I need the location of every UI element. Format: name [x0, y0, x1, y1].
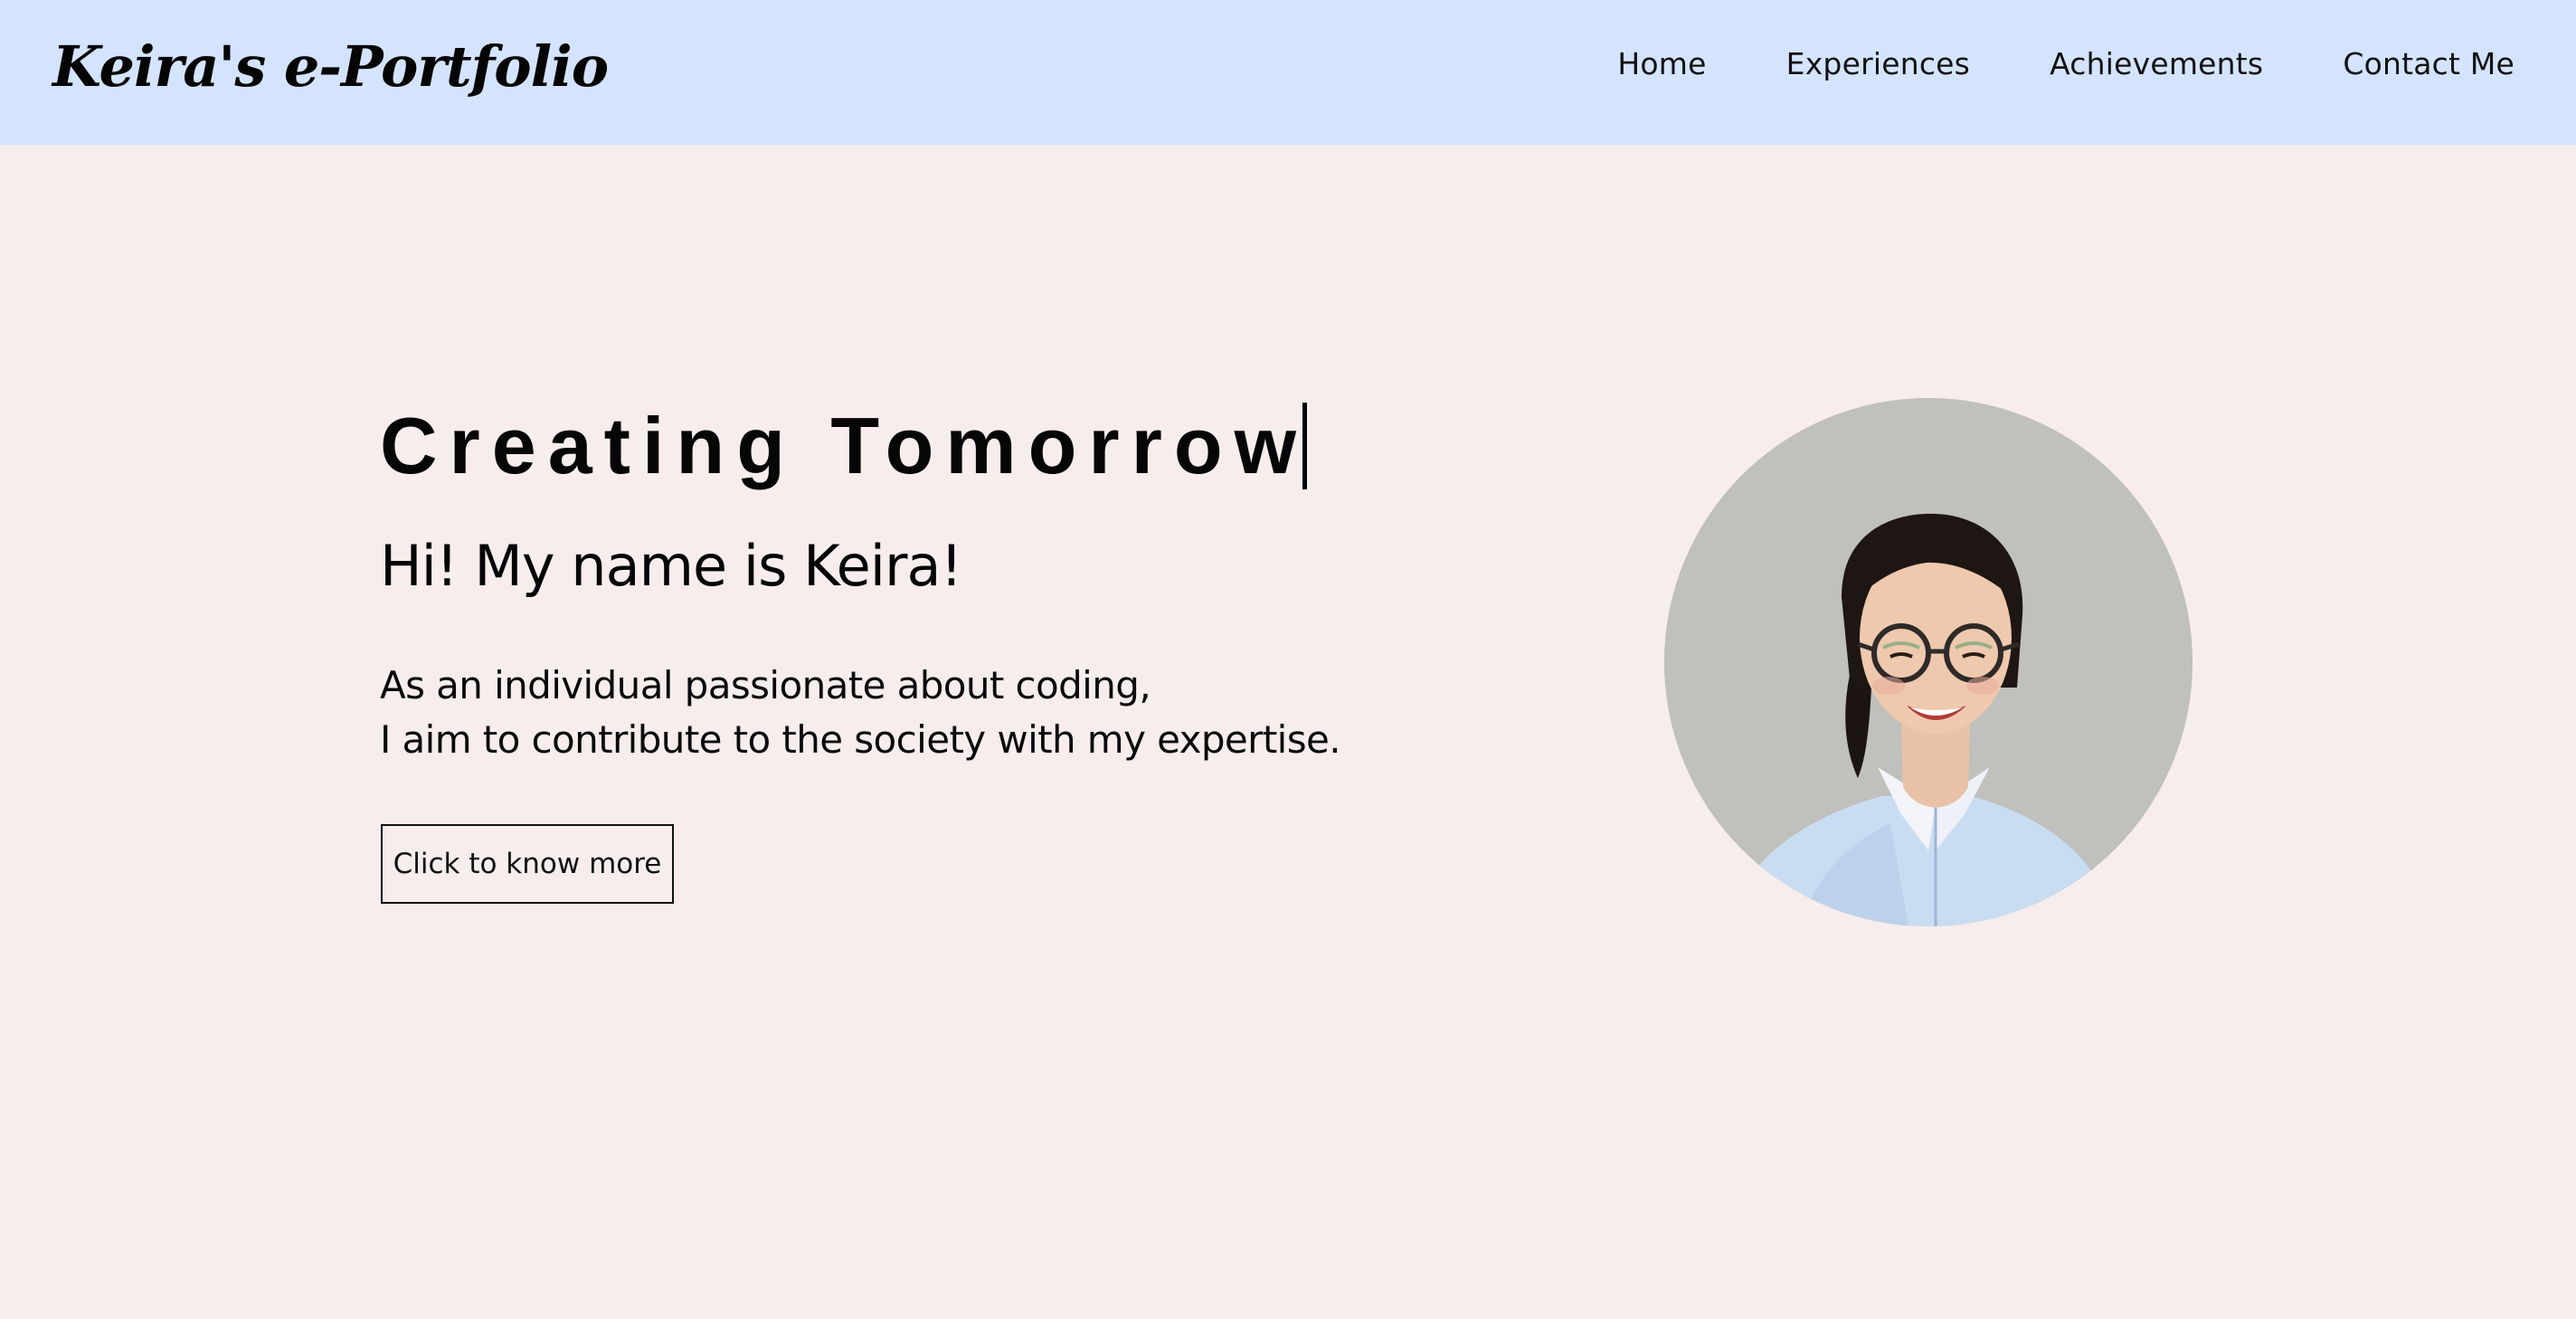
main-nav: Home Experiences Achievements Contact Me	[1617, 42, 2514, 85]
know-more-button[interactable]: Click to know more	[381, 824, 674, 904]
nav-link-achievements[interactable]: Achievements	[2050, 46, 2263, 81]
nav-link-home[interactable]: Home	[1617, 46, 1706, 81]
nav-link-contact-me[interactable]: Contact Me	[2343, 46, 2514, 81]
hero-headline: Creating Tomorrow	[380, 396, 1309, 496]
top-navbar: Keira's e-Portfolio Home Experiences Ach…	[0, 0, 2576, 145]
greeting-heading: Hi! My name is Keira!	[380, 533, 962, 599]
intro-paragraph: As an individual passionate about coding…	[380, 659, 1341, 767]
portrait-illustration	[1664, 398, 2192, 926]
profile-photo	[1664, 398, 2192, 926]
nav-link-experiences[interactable]: Experiences	[1786, 46, 1970, 81]
typing-caret	[1302, 403, 1308, 489]
intro-line-1: As an individual passionate about coding…	[380, 663, 1151, 707]
intro-line-2: I aim to contribute to the society with …	[380, 717, 1341, 762]
site-brand-logo[interactable]: Keira's e-Portfolio	[52, 31, 609, 103]
typing-headline-text: Creating Tomorrow	[380, 401, 1309, 490]
